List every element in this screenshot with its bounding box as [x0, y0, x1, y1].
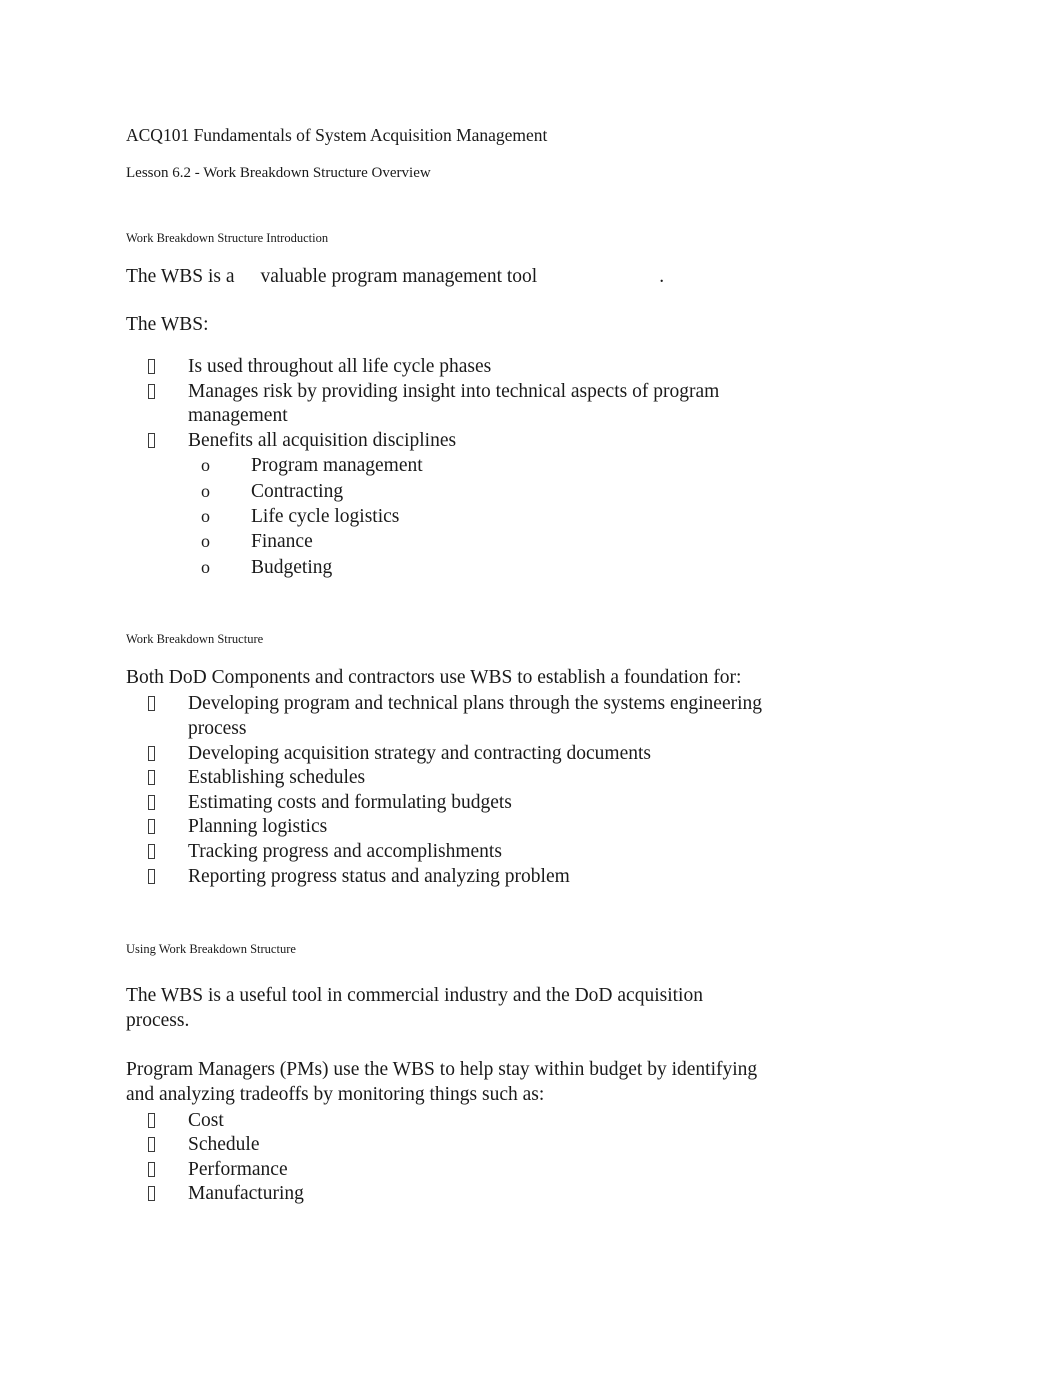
- missing-glyph-bullet-icon: [148, 766, 155, 791]
- list-item-label: Cost: [188, 1109, 224, 1131]
- list-item: o Contracting: [126, 479, 766, 504]
- wbs-intro-text-before-blank: The WBS is a: [126, 266, 235, 287]
- section-heading-work-breakdown-structure: Work Breakdown Structure: [126, 631, 264, 646]
- list-item-label: Life cycle logistics: [251, 505, 400, 527]
- circle-sub-bullet-icon: o: [201, 480, 210, 501]
- missing-glyph-bullet-icon: [148, 1109, 155, 1134]
- wbs-intro-period: .: [659, 266, 665, 287]
- list-item-label: Planning logistics: [188, 816, 328, 838]
- wbs-list-lead-in: The WBS:: [126, 314, 209, 335]
- program-managers-paragraph: Program Managers (PMs) use the WBS to he…: [126, 1058, 758, 1105]
- list-item: Reporting progress status and analyzing …: [126, 865, 766, 890]
- missing-glyph-bullet-icon: [148, 791, 155, 816]
- list-item: Benefits all acquisition disciplines: [126, 429, 766, 454]
- list-item: o Program management: [126, 453, 766, 478]
- list-item-label: Tracking progress and accomplishments: [188, 840, 502, 862]
- document-subtitle: Lesson 6.2 - Work Breakdown Structure Ov…: [126, 164, 431, 181]
- missing-glyph-bullet-icon: [148, 865, 155, 890]
- document-title: ACQ101 Fundamentals of System Acquisitio…: [126, 125, 548, 145]
- list-item: o Finance: [126, 529, 766, 554]
- list-item: Estimating costs and formulating budgets: [126, 791, 766, 816]
- list-item-label: Manages risk by providing insight into t…: [188, 380, 720, 427]
- document-content-column: ACQ101 Fundamentals of System Acquisitio…: [126, 0, 766, 1207]
- missing-glyph-bullet-icon: [148, 840, 155, 865]
- wbs-intro-text-after-blank: valuable program management tool: [260, 266, 538, 287]
- list-item: Manufacturing: [126, 1182, 766, 1207]
- list-item-label: Budgeting: [251, 556, 333, 578]
- list-item: o Budgeting: [126, 555, 766, 580]
- wbs-foundation-lead-in: Both DoD Components and contractors use …: [126, 667, 742, 689]
- list-item-label: Estimating costs and formulating budgets: [188, 791, 512, 813]
- document-page: ACQ101 Fundamentals of System Acquisitio…: [0, 0, 1062, 1377]
- list-item-label: Developing acquisition strategy and cont…: [188, 742, 652, 764]
- circle-sub-bullet-icon: o: [201, 556, 210, 577]
- list-item: Is used throughout all life cycle phases: [126, 355, 766, 380]
- list-item: o Life cycle logistics: [126, 504, 766, 529]
- wbs-intro-sentence: The WBS is a valuable program management …: [126, 244, 766, 289]
- circle-sub-bullet-icon: o: [201, 505, 210, 526]
- section-heading-using-work-breakdown-structure: Using Work Breakdown Structure: [126, 942, 296, 957]
- list-item: Planning logistics: [126, 815, 766, 840]
- list-item-label: Contracting: [251, 480, 344, 502]
- wbs-useful-tool-paragraph: The WBS is a useful tool in commercial i…: [126, 984, 703, 1031]
- list-item: Performance: [126, 1158, 766, 1183]
- list-item: Cost: [126, 1109, 766, 1134]
- missing-glyph-bullet-icon: [148, 1158, 155, 1183]
- circle-sub-bullet-icon: o: [201, 531, 210, 552]
- list-item-label: Is used throughout all life cycle phases: [188, 356, 492, 377]
- list-item: Establishing schedules: [126, 766, 766, 791]
- list-item-label: Reporting progress status and analyzing …: [188, 865, 570, 887]
- tradeoff-monitoring-list: Cost Schedule Performance Manufacturing: [126, 1107, 766, 1207]
- missing-glyph-bullet-icon: [148, 692, 155, 717]
- list-item-label: Finance: [251, 531, 313, 553]
- acquisition-disciplines-sublist: o Program management o Contracting o Lif…: [126, 453, 766, 579]
- missing-glyph-bullet-icon: [148, 380, 155, 405]
- list-item: Schedule: [126, 1133, 766, 1158]
- circle-sub-bullet-icon: o: [201, 455, 210, 476]
- wbs-benefits-list: Is used throughout all life cycle phases…: [126, 337, 766, 453]
- list-item: Manages risk by providing insight into t…: [126, 380, 766, 429]
- missing-glyph-bullet-icon: [148, 815, 155, 840]
- list-item-label: Developing program and technical plans t…: [188, 693, 763, 739]
- list-item: Developing program and technical plans t…: [126, 692, 766, 741]
- section-heading-wbs-introduction: Work Breakdown Structure Introduction: [126, 230, 329, 245]
- missing-glyph-bullet-icon: [148, 1133, 155, 1158]
- list-item: Tracking progress and accomplishments: [126, 840, 766, 865]
- wbs-foundation-list: Developing program and technical plans t…: [126, 690, 766, 889]
- list-item-label: Benefits all acquisition disciplines: [188, 429, 457, 451]
- list-item-label: Schedule: [188, 1134, 260, 1156]
- list-item-label: Manufacturing: [188, 1183, 304, 1205]
- missing-glyph-bullet-icon: [148, 429, 155, 454]
- list-item-label: Program management: [251, 455, 423, 477]
- list-item-label: Establishing schedules: [188, 767, 366, 789]
- missing-glyph-bullet-icon: [148, 742, 155, 767]
- list-item-label: Performance: [188, 1158, 288, 1180]
- list-item: Developing acquisition strategy and cont…: [126, 742, 766, 767]
- missing-glyph-bullet-icon: [148, 1182, 155, 1207]
- missing-glyph-bullet-icon: [148, 355, 155, 380]
